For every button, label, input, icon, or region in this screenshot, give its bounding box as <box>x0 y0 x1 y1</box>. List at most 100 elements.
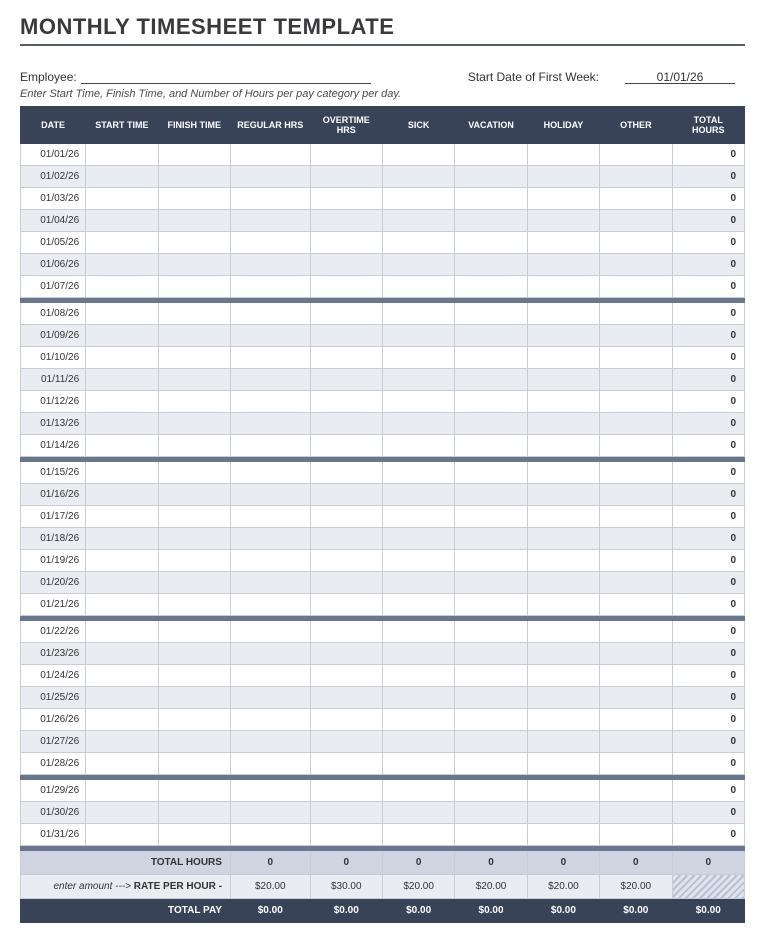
entry-cell[interactable] <box>455 731 527 753</box>
entry-cell[interactable] <box>527 687 599 709</box>
entry-cell[interactable] <box>158 413 230 435</box>
entry-cell[interactable] <box>527 572 599 594</box>
entry-cell[interactable] <box>382 435 454 457</box>
entry-cell[interactable] <box>310 643 382 665</box>
entry-cell[interactable] <box>158 188 230 210</box>
entry-cell[interactable] <box>600 687 672 709</box>
entry-cell[interactable] <box>382 665 454 687</box>
entry-cell[interactable] <box>455 303 527 325</box>
entry-cell[interactable] <box>230 144 310 166</box>
entry-cell[interactable] <box>600 528 672 550</box>
entry-cell[interactable] <box>86 621 158 643</box>
entry-cell[interactable] <box>527 550 599 572</box>
entry-cell[interactable] <box>600 594 672 616</box>
entry-cell[interactable] <box>158 665 230 687</box>
entry-cell[interactable] <box>310 210 382 232</box>
entry-cell[interactable] <box>86 824 158 846</box>
entry-cell[interactable] <box>230 276 310 298</box>
entry-cell[interactable] <box>310 594 382 616</box>
entry-cell[interactable] <box>86 144 158 166</box>
entry-cell[interactable] <box>86 276 158 298</box>
entry-cell[interactable] <box>382 325 454 347</box>
entry-cell[interactable] <box>230 528 310 550</box>
rate-cell[interactable]: $20.00 <box>600 875 672 899</box>
entry-cell[interactable] <box>158 550 230 572</box>
entry-cell[interactable] <box>86 188 158 210</box>
entry-cell[interactable] <box>455 391 527 413</box>
entry-cell[interactable] <box>310 391 382 413</box>
entry-cell[interactable] <box>455 506 527 528</box>
entry-cell[interactable] <box>527 802 599 824</box>
entry-cell[interactable] <box>310 753 382 775</box>
entry-cell[interactable] <box>230 303 310 325</box>
entry-cell[interactable] <box>86 166 158 188</box>
entry-cell[interactable] <box>86 462 158 484</box>
entry-cell[interactable] <box>310 709 382 731</box>
entry-cell[interactable] <box>310 347 382 369</box>
entry-cell[interactable] <box>600 435 672 457</box>
entry-cell[interactable] <box>310 802 382 824</box>
entry-cell[interactable] <box>158 144 230 166</box>
entry-cell[interactable] <box>86 391 158 413</box>
entry-cell[interactable] <box>86 594 158 616</box>
entry-cell[interactable] <box>455 369 527 391</box>
entry-cell[interactable] <box>527 665 599 687</box>
entry-cell[interactable] <box>230 391 310 413</box>
entry-cell[interactable] <box>158 528 230 550</box>
entry-cell[interactable] <box>600 550 672 572</box>
entry-cell[interactable] <box>310 462 382 484</box>
entry-cell[interactable] <box>86 753 158 775</box>
employee-field[interactable] <box>81 70 371 84</box>
entry-cell[interactable] <box>527 484 599 506</box>
entry-cell[interactable] <box>527 391 599 413</box>
entry-cell[interactable] <box>158 347 230 369</box>
entry-cell[interactable] <box>86 709 158 731</box>
entry-cell[interactable] <box>382 709 454 731</box>
entry-cell[interactable] <box>382 254 454 276</box>
entry-cell[interactable] <box>310 572 382 594</box>
entry-cell[interactable] <box>382 413 454 435</box>
rate-cell[interactable]: $20.00 <box>230 875 310 899</box>
entry-cell[interactable] <box>382 550 454 572</box>
entry-cell[interactable] <box>527 347 599 369</box>
entry-cell[interactable] <box>158 824 230 846</box>
entry-cell[interactable] <box>230 550 310 572</box>
entry-cell[interactable] <box>310 254 382 276</box>
entry-cell[interactable] <box>230 347 310 369</box>
entry-cell[interactable] <box>455 276 527 298</box>
entry-cell[interactable] <box>527 643 599 665</box>
entry-cell[interactable] <box>86 369 158 391</box>
entry-cell[interactable] <box>527 621 599 643</box>
entry-cell[interactable] <box>158 276 230 298</box>
entry-cell[interactable] <box>310 621 382 643</box>
entry-cell[interactable] <box>600 731 672 753</box>
entry-cell[interactable] <box>455 550 527 572</box>
entry-cell[interactable] <box>158 643 230 665</box>
entry-cell[interactable] <box>310 484 382 506</box>
rate-cell[interactable]: $30.00 <box>310 875 382 899</box>
entry-cell[interactable] <box>158 780 230 802</box>
entry-cell[interactable] <box>527 144 599 166</box>
entry-cell[interactable] <box>86 731 158 753</box>
entry-cell[interactable] <box>527 753 599 775</box>
entry-cell[interactable] <box>527 594 599 616</box>
entry-cell[interactable] <box>86 210 158 232</box>
entry-cell[interactable] <box>382 687 454 709</box>
entry-cell[interactable] <box>230 166 310 188</box>
entry-cell[interactable] <box>86 665 158 687</box>
entry-cell[interactable] <box>230 753 310 775</box>
entry-cell[interactable] <box>86 254 158 276</box>
entry-cell[interactable] <box>382 303 454 325</box>
entry-cell[interactable] <box>310 188 382 210</box>
entry-cell[interactable] <box>527 325 599 347</box>
entry-cell[interactable] <box>455 347 527 369</box>
entry-cell[interactable] <box>86 303 158 325</box>
entry-cell[interactable] <box>158 303 230 325</box>
entry-cell[interactable] <box>310 413 382 435</box>
entry-cell[interactable] <box>158 621 230 643</box>
entry-cell[interactable] <box>382 731 454 753</box>
entry-cell[interactable] <box>455 166 527 188</box>
entry-cell[interactable] <box>455 210 527 232</box>
entry-cell[interactable] <box>382 643 454 665</box>
entry-cell[interactable] <box>455 709 527 731</box>
